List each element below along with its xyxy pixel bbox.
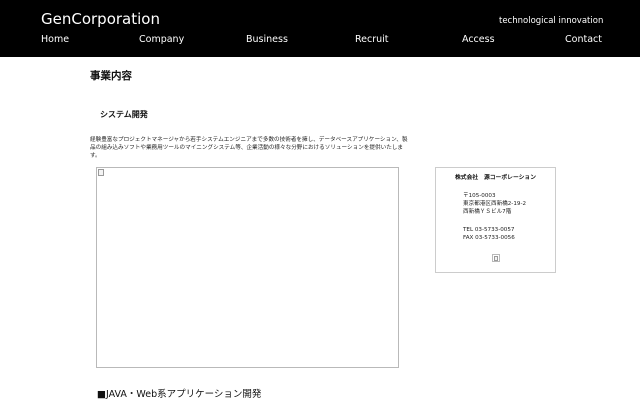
nav-home[interactable]: Home — [41, 33, 69, 46]
company-contact: TEL 03-5733-0057 FAX 03-5733-0056 — [463, 226, 515, 242]
company-fax: FAX 03-5733-0056 — [463, 235, 515, 241]
nav-business[interactable]: Business — [246, 33, 288, 46]
broken-image-icon — [98, 169, 104, 176]
page-title: 事業内容 — [90, 70, 132, 82]
company-address: 〒105-0003 東京都港区西新橋2-19-2 西新橋ＹＳビル7階 — [463, 192, 526, 216]
company-name: 株式会社 源コーポレーション — [454, 175, 537, 181]
site-logo-text[interactable]: GenCorporation — [41, 10, 160, 28]
address-line-1: 東京都港区西新橋2-19-2 — [463, 201, 527, 207]
site-tagline: technological innovation — [499, 16, 604, 26]
nav-access[interactable]: Access — [462, 33, 495, 46]
address-postal: 〒105-0003 — [463, 193, 496, 199]
main-image — [96, 167, 399, 368]
nav-recruit[interactable]: Recruit — [355, 33, 389, 46]
section-subtitle: システム開発 — [100, 110, 148, 119]
address-line-2: 西新橋ＹＳビル7階 — [463, 209, 512, 215]
nav-company[interactable]: Company — [139, 33, 184, 46]
broken-image-icon — [494, 256, 498, 261]
site-header: GenCorporation technological innovation … — [0, 0, 640, 57]
company-map-image — [492, 254, 500, 262]
section-heading-java-web: ■JAVA・Web系アプリケーション開発 — [97, 389, 262, 400]
company-tel: TEL 03-5733-0057 — [463, 227, 515, 233]
nav-contact[interactable]: Contact — [565, 33, 602, 46]
section-description: 経験豊富なプロジェクトマネージャから若手システムエンジニアまで多数の技術者を擁し… — [90, 137, 408, 159]
company-info-box: 株式会社 源コーポレーション 〒105-0003 東京都港区西新橋2-19-2 … — [435, 167, 556, 273]
